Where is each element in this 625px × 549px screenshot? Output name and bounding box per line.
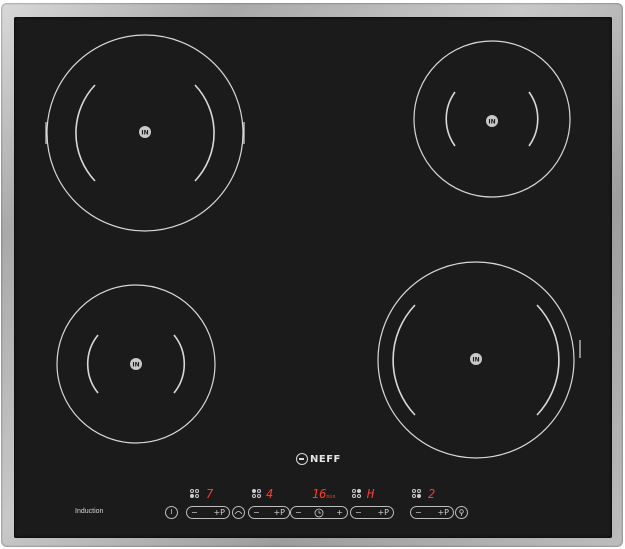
zone1-level-display: 7 — [206, 487, 214, 501]
plus-button[interactable]: +P — [437, 507, 449, 518]
front-right-zone: IN — [377, 261, 581, 459]
minus-button[interactable]: − — [415, 507, 422, 518]
svg-text:IN: IN — [488, 119, 495, 126]
clock-icon[interactable] — [314, 508, 324, 518]
zone-indicator-icon — [190, 489, 201, 499]
zone1-slider[interactable]: − +P — [186, 506, 230, 519]
zone3-slider[interactable]: − +P — [350, 506, 394, 519]
plus-button[interactable]: +P — [377, 507, 389, 518]
brand-logo: NEFF — [296, 452, 341, 466]
svg-text:IN: IN — [141, 130, 148, 137]
wipe-icon — [234, 511, 243, 515]
plus-button[interactable]: +P — [213, 507, 225, 518]
minus-button[interactable]: − — [191, 507, 198, 518]
power-button[interactable]: I — [165, 506, 178, 519]
key-lock-icon — [459, 509, 464, 516]
rear-right-zone: IN — [413, 40, 571, 198]
svg-text:IN: IN — [472, 357, 479, 364]
induction-label: Induction — [75, 508, 104, 515]
brand-mark-icon — [296, 453, 308, 465]
zone4-slider[interactable]: − +P — [410, 506, 454, 519]
timer-unit: min — [326, 494, 336, 500]
zone-indicator-icon — [352, 489, 363, 499]
minus-button[interactable]: − — [253, 507, 260, 518]
timer-display: 16min — [312, 488, 335, 503]
plus-button[interactable]: +P — [273, 507, 285, 518]
brand-name: NEFF — [310, 453, 341, 465]
svg-text:IN: IN — [132, 362, 139, 369]
zone2-slider[interactable]: − +P — [248, 506, 290, 519]
front-left-zone: IN — [56, 284, 216, 444]
minus-button[interactable]: − — [355, 507, 362, 518]
minus-button[interactable]: − — [295, 507, 302, 518]
zone4-level-display: 2 — [428, 487, 436, 501]
zone2-level-display: 4 — [266, 487, 274, 501]
zone3-level-display: H — [367, 487, 375, 501]
timer-value: 16 — [312, 487, 327, 501]
plus-button[interactable]: + — [336, 507, 343, 518]
timer-slider[interactable]: − + — [290, 506, 348, 519]
zone-indicator-icon — [412, 489, 423, 499]
child-lock-button[interactable] — [455, 506, 468, 519]
zone-indicator-icon — [252, 489, 263, 499]
rear-left-zone: IN — [45, 34, 245, 232]
wipe-protection-button[interactable] — [232, 506, 245, 519]
cooking-zones: IN IN IN IN — [45, 34, 581, 459]
